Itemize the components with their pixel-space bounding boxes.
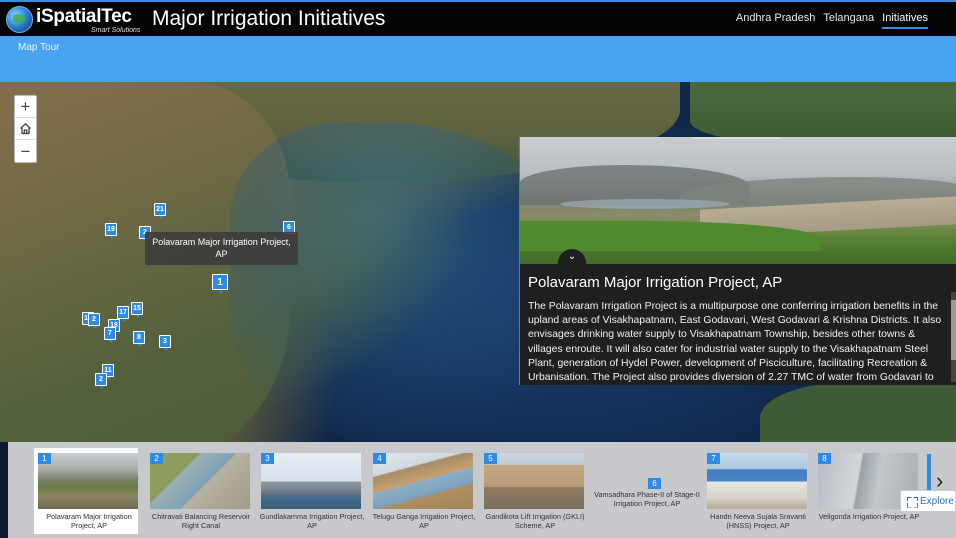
- map-tour-app: iSpatialTec Smart Solutions Major Irriga…: [0, 0, 956, 538]
- item-number-badge: 5: [484, 453, 497, 464]
- chevron-down-icon: ⌄: [567, 251, 577, 262]
- sub-header-bar: Map Tour: [0, 36, 956, 82]
- map-marker-7[interactable]: 7: [104, 327, 116, 343]
- top-nav: Andhra Pradesh Telangana Initiatives: [732, 12, 932, 29]
- project-carousel: 1 Polavaram Major Irrigation Project, AP…: [8, 442, 956, 538]
- project-description: The Polavaram Irrigation Project is a mu…: [528, 301, 942, 384]
- page-title: Major Irrigation Initiatives: [152, 7, 386, 30]
- item-caption: Gandikota Lift Irrigation (GKLI) Scheme,…: [485, 512, 585, 530]
- item-caption: Vamsadhara Phase-II of Stage-II Irrigati…: [594, 490, 700, 508]
- thumbnail-image: [261, 453, 361, 509]
- map-marker-2c[interactable]: 2: [88, 313, 100, 329]
- carousel-item-7[interactable]: 7 Handri Neeva Sujala Sravanti (HNSS) Pr…: [703, 448, 807, 534]
- item-number-badge: 1: [38, 453, 51, 464]
- item-caption: Gundlakamma Irrigation Project, AP: [259, 512, 365, 530]
- item-number-badge: 3: [261, 453, 274, 464]
- thumbnail-image: [484, 453, 584, 509]
- map-marker-8[interactable]: 8: [133, 331, 145, 347]
- map-tour-label: Map Tour: [18, 42, 60, 53]
- home-button[interactable]: [15, 118, 36, 140]
- map-marker-17[interactable]: 17: [117, 306, 129, 322]
- carousel-item-6[interactable]: 6 Vamsadhara Phase-II of Stage-II Irriga…: [592, 448, 700, 534]
- carousel-item-1[interactable]: 1 Polavaram Major Irrigation Project, AP: [34, 448, 138, 534]
- map-marker-2b[interactable]: 2: [95, 373, 107, 389]
- carousel-next-button[interactable]: ›: [936, 470, 943, 492]
- app-header: iSpatialTec Smart Solutions Major Irriga…: [0, 0, 956, 36]
- item-number-badge: 4: [373, 453, 386, 464]
- map-marker-21[interactable]: 21: [154, 203, 166, 219]
- globe-icon: [6, 6, 33, 33]
- map-marker-15[interactable]: 15: [131, 302, 143, 318]
- thumbnail-image: [707, 453, 807, 509]
- carousel-item-2[interactable]: 2 Chitravati Balancing Reservoir Right C…: [146, 448, 250, 534]
- explore-button[interactable]: Explore: [900, 490, 956, 512]
- home-icon: [20, 122, 31, 135]
- carousel-item-4[interactable]: 4 Telugu Ganga Irrigation Project, AP: [369, 448, 475, 534]
- nav-item-andhra-pradesh[interactable]: Andhra Pradesh: [732, 12, 820, 24]
- explore-label: Explore: [920, 495, 954, 507]
- map-marker-3[interactable]: 3: [159, 335, 171, 351]
- item-number-badge: 2: [150, 453, 163, 464]
- thumbnail-image: [38, 453, 138, 509]
- item-number-badge: 6: [648, 478, 661, 489]
- land-area: [690, 82, 956, 142]
- carousel-item-5[interactable]: 5 Gandikota Lift Irrigation (GKLI) Schem…: [480, 448, 584, 534]
- project-info-panel: ⌄ Polavaram Major Irrigation Project, AP…: [519, 137, 956, 385]
- thumbnail-image: [150, 453, 250, 509]
- photo-indicator: [692, 137, 780, 139]
- nav-item-initiatives[interactable]: Initiatives: [878, 12, 932, 29]
- thumbnail-image: [373, 453, 473, 509]
- zoom-controls: + −: [14, 95, 37, 163]
- map-marker-19[interactable]: 19: [105, 223, 117, 239]
- land-area: [760, 382, 956, 442]
- zoom-out-button[interactable]: −: [15, 140, 36, 162]
- panel-scrollbar[interactable]: [951, 292, 956, 382]
- carousel-item-3[interactable]: 3 Gundlakamma Irrigation Project, AP: [257, 448, 364, 534]
- item-caption: Handri Neeva Sujala Sravanti (HNSS) Proj…: [710, 512, 806, 530]
- item-caption: Chitravati Balancing Reservoir Right Can…: [151, 512, 251, 530]
- logo-name: iSpatialTec: [36, 6, 132, 27]
- project-title: Polavaram Major Irrigation Project, AP: [528, 274, 783, 291]
- item-caption: Telugu Ganga Irrigation Project, AP: [372, 512, 476, 530]
- item-caption: Polavaram Major Irrigation Project, AP: [46, 512, 132, 530]
- item-caption: Veligonda Irrigation Project, AP: [818, 512, 920, 521]
- zoom-in-button[interactable]: +: [15, 96, 36, 118]
- expand-icon: [907, 497, 916, 506]
- item-number-badge: 7: [707, 453, 720, 464]
- photo-water: [560, 199, 730, 209]
- logo-tagline: Smart Solutions: [91, 27, 141, 34]
- marker-tooltip: Polavaram Major Irrigation Project, AP: [145, 232, 298, 265]
- item-number-badge: 8: [818, 453, 831, 464]
- project-photo[interactable]: [520, 137, 956, 264]
- nav-item-telangana[interactable]: Telangana: [819, 12, 878, 24]
- map-marker-1[interactable]: 1: [212, 274, 228, 294]
